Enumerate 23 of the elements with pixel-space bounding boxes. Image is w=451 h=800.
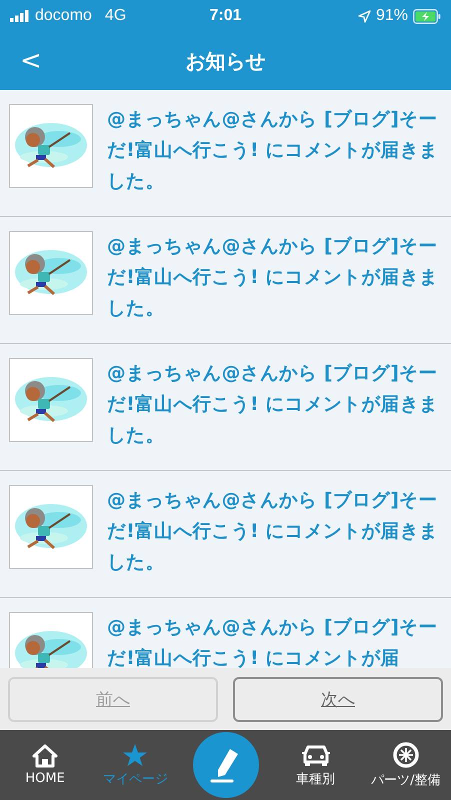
network-type: 4G bbox=[104, 7, 126, 25]
notification-text: @まっちゃん@さんから [ブログ]そーだ!富山へ行こう! にコメントが届きました。 bbox=[107, 362, 440, 448]
star-icon bbox=[122, 742, 148, 766]
carrier-name: docomo bbox=[35, 7, 92, 25]
home-icon bbox=[32, 744, 58, 768]
page-title: お知らせ bbox=[186, 48, 266, 74]
battery-icon bbox=[413, 8, 441, 24]
notification-text: @まっちゃん@さんから [ブログ]そーだ!富山へ行こう! にコメントが届きました。 bbox=[107, 235, 440, 321]
tab-item[interactable]: HOME bbox=[0, 730, 90, 800]
clock-time: 7:01 bbox=[209, 7, 242, 25]
back-button[interactable]: < bbox=[12, 44, 50, 78]
tab-item[interactable]: マイページ bbox=[90, 730, 180, 800]
notification-text: @まっちゃん@さんから [ブログ]そーだ!富山へ行こう! にコメントが届 bbox=[107, 616, 438, 668]
notification-text: @まっちゃん@さんから [ブログ]そーだ!富山へ行こう! にコメントが届きました。 bbox=[107, 108, 440, 194]
page-button[interactable]: 次へ bbox=[233, 677, 443, 722]
location-icon bbox=[358, 10, 371, 22]
tab-item[interactable]: 車種別 bbox=[270, 730, 361, 800]
battery-percent: 91% bbox=[376, 7, 408, 25]
signal-icon bbox=[10, 10, 30, 22]
notification-text: @まっちゃん@さんから [ブログ]そーだ!富山へ行こう! にコメントが届きました。 bbox=[107, 489, 440, 575]
tab-item[interactable]: パーツ/整備 bbox=[360, 730, 451, 800]
wheel-icon bbox=[392, 742, 419, 768]
car-icon bbox=[302, 742, 330, 766]
